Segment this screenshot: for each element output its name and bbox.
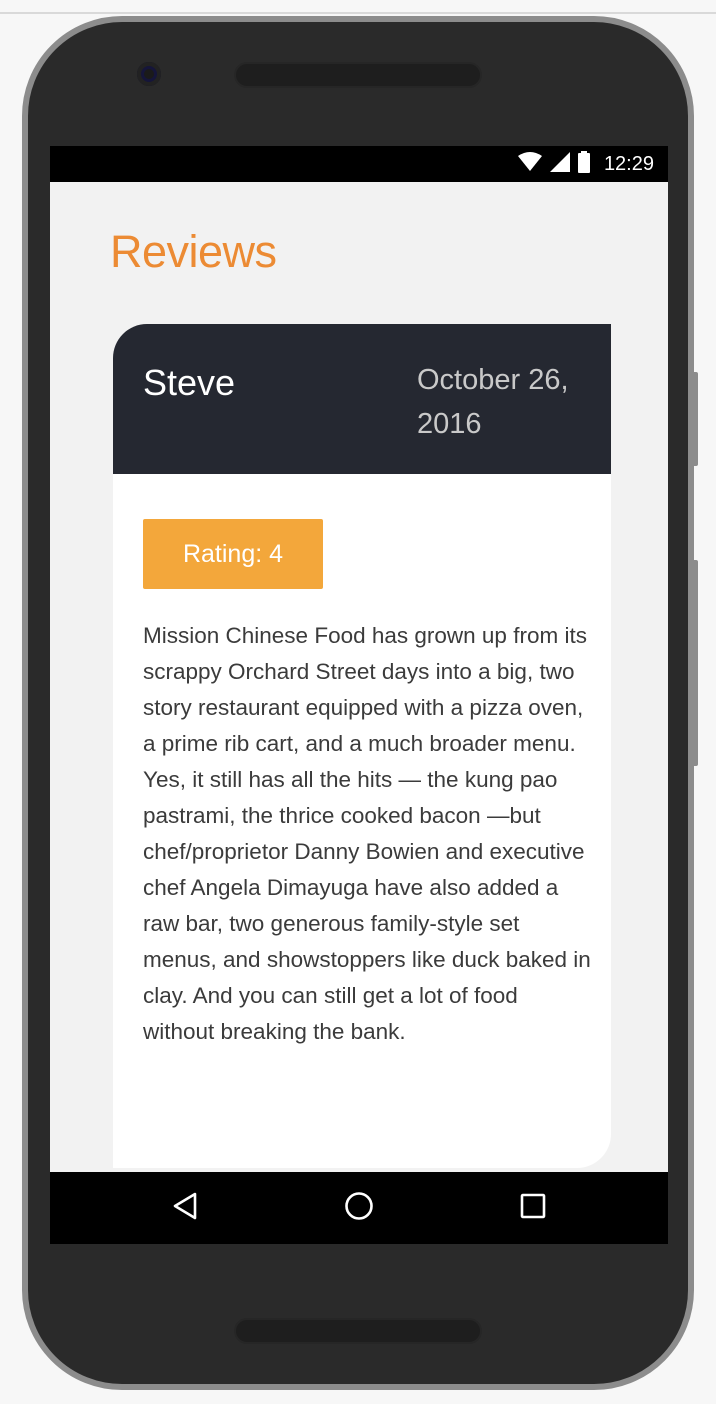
status-bar: 12:29 — [50, 146, 668, 182]
power-button[interactable] — [692, 372, 698, 466]
review-card-header: Steve October 26, 2016 — [113, 324, 611, 474]
battery-icon — [577, 150, 590, 178]
volume-button[interactable] — [692, 560, 698, 766]
review-comments: Mission Chinese Food has grown up from i… — [143, 623, 591, 1044]
rating-badge: Rating: 4 — [143, 519, 323, 589]
top-divider — [0, 12, 716, 14]
earpiece-speaker — [234, 62, 482, 88]
back-button[interactable] — [167, 1190, 203, 1226]
back-icon — [172, 1192, 198, 1225]
bottom-speaker — [234, 1318, 482, 1344]
home-button[interactable] — [341, 1190, 377, 1226]
status-time: 12:29 — [603, 152, 654, 175]
signal-icon — [549, 151, 570, 177]
reviewer-name: Steve — [143, 362, 236, 403]
page-title: Reviews — [110, 226, 277, 277]
app-content[interactable]: Reviews Steve October 26, 2016 Rating: 4… — [50, 182, 668, 1172]
navigation-bar — [50, 1172, 668, 1244]
screen: 12:29 Reviews Steve October 26, 2016 Rat… — [50, 146, 668, 1244]
review-card: Steve October 26, 2016 Rating: 4 Mission… — [113, 324, 611, 1168]
recents-icon — [520, 1193, 546, 1224]
recents-button[interactable] — [515, 1190, 551, 1226]
front-camera — [137, 62, 161, 86]
home-icon — [344, 1191, 374, 1226]
review-date: October 26, 2016 — [417, 364, 569, 440]
wifi-icon — [517, 151, 542, 177]
